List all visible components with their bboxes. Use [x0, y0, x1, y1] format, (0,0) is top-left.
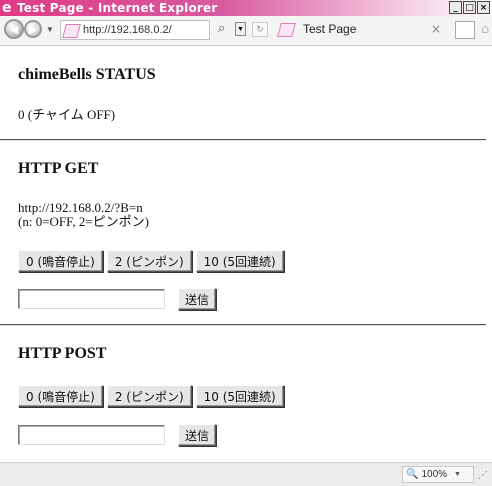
tab-label: Test Page: [303, 22, 357, 36]
ie-logo-icon: e: [2, 0, 12, 16]
get-pinpon-button[interactable]: 2 (ピンポン): [106, 250, 192, 272]
zoom-control[interactable]: 🔍 100% ▼: [402, 466, 474, 483]
address-url[interactable]: http://192.168.0.2/: [83, 23, 172, 37]
forward-button[interactable]: ▶: [24, 20, 42, 38]
window-title: Test Page - Internet Explorer: [17, 1, 218, 15]
post-submit-button[interactable]: 送信: [178, 424, 216, 446]
history-dropdown-icon[interactable]: ▼: [46, 25, 54, 34]
address-dropdown-button[interactable]: ▼: [235, 22, 246, 36]
get-heading: HTTP GET: [18, 160, 99, 177]
post-button-row: 0 (鳴音停止) 2 (ピンポン) 10 (5回連続): [18, 385, 284, 407]
new-tab-button[interactable]: [455, 21, 475, 39]
status-heading: chimeBells STATUS: [18, 66, 156, 83]
get-legend: (n: 0=OFF, 2=ピンポン): [18, 214, 149, 229]
post-pinpon-button[interactable]: 2 (ピンポン): [106, 385, 192, 407]
divider: [0, 324, 486, 326]
post-repeat-button[interactable]: 10 (5回連続): [195, 385, 284, 407]
back-button[interactable]: ◀: [4, 19, 24, 39]
home-icon[interactable]: ⌂: [481, 22, 489, 37]
address-toolbar: ◀ ▶ ▼ http://192.168.0.2/ ⌕ ▼ ↻ Test Pag…: [0, 16, 492, 46]
close-button[interactable]: ×: [477, 1, 490, 14]
search-icon[interactable]: ⌕: [218, 21, 225, 36]
forward-arrow-icon: ▶: [28, 22, 38, 36]
get-button-row: 0 (鳴音停止) 2 (ピンポン) 10 (5回連続): [18, 250, 284, 272]
get-submit-button[interactable]: 送信: [178, 288, 216, 310]
address-bar[interactable]: http://192.168.0.2/: [60, 20, 210, 40]
zoom-icon: 🔍: [406, 469, 419, 480]
get-input[interactable]: [18, 289, 165, 309]
page-favicon-icon: [62, 24, 81, 38]
tab-favicon-icon: [277, 23, 296, 37]
get-repeat-button[interactable]: 10 (5回連続): [195, 250, 284, 272]
post-heading: HTTP POST: [18, 345, 107, 362]
divider: [0, 139, 486, 141]
get-example-url: http://192.168.0.2/?B=n: [18, 200, 143, 215]
resize-grip-icon[interactable]: ⋰: [478, 470, 488, 481]
window-titlebar[interactable]: e Test Page - Internet Explorer _ □ ×: [0, 0, 492, 16]
maximize-button[interactable]: □: [463, 1, 476, 14]
status-value: 0 (チャイム OFF): [18, 107, 116, 122]
post-input[interactable]: [18, 425, 165, 445]
tab-close-icon[interactable]: ×: [431, 22, 441, 36]
post-stop-button[interactable]: 0 (鳴音停止): [18, 385, 103, 407]
tab-test-page[interactable]: Test Page ×: [275, 19, 453, 41]
get-stop-button[interactable]: 0 (鳴音停止): [18, 250, 103, 272]
zoom-level: 100%: [421, 469, 448, 480]
zoom-dropdown-icon: ▼: [454, 471, 461, 478]
minimize-button[interactable]: _: [449, 1, 462, 14]
window-controls: _ □ ×: [449, 1, 490, 14]
refresh-icon[interactable]: ↻: [252, 22, 268, 37]
back-arrow-icon: ◀: [9, 22, 19, 36]
status-bar: 🔍 100% ▼ ⋰: [0, 462, 492, 486]
